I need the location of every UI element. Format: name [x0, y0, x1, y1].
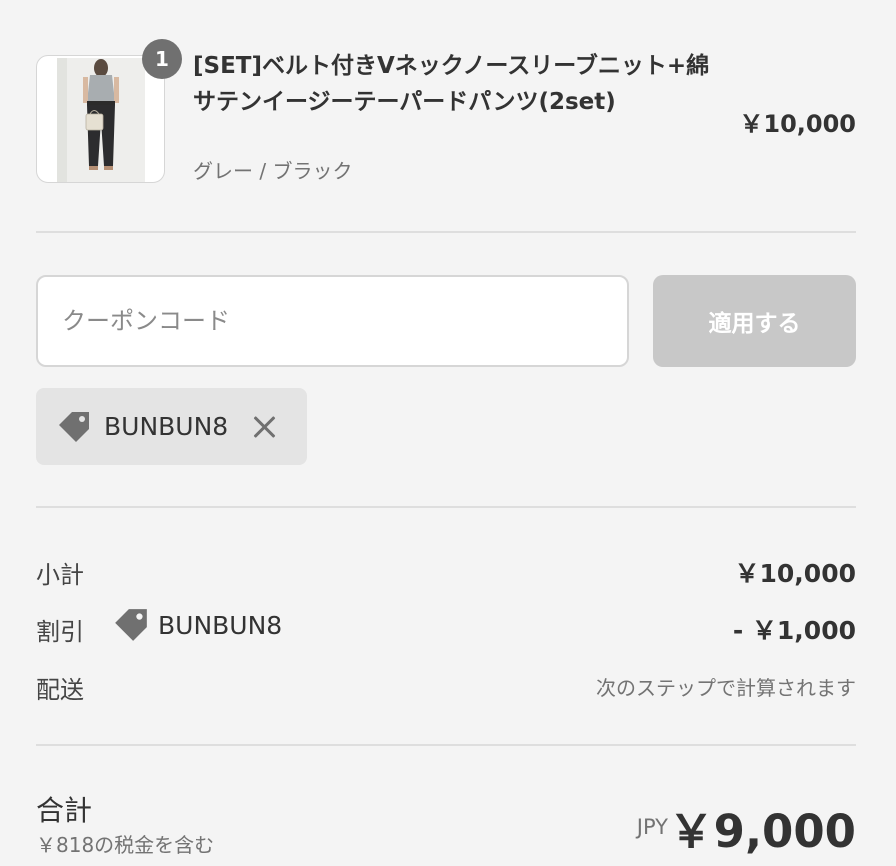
tax-note: ￥818の税金を含む	[36, 833, 215, 857]
applied-discount-code: BUNBUN8	[104, 412, 229, 441]
shipping-label: 配送	[36, 676, 84, 704]
divider	[36, 231, 856, 233]
discount-code: BUNBUN8	[158, 610, 283, 640]
close-icon[interactable]	[250, 413, 278, 441]
total-amount: ￥9,000	[668, 805, 856, 858]
discount-value: - ￥1,000	[732, 616, 856, 645]
discount-label: 割引	[36, 618, 84, 646]
line-item: 1 [SET]ベルト付きVネックノースリーブニット+綿サテンイージーテーパードパ…	[36, 36, 856, 186]
quantity-badge: 1	[142, 39, 182, 79]
discount-code-row: BUNBUN8	[112, 606, 282, 644]
subtotal-value: ￥10,000	[734, 559, 856, 588]
product-price: ￥10,000	[739, 110, 856, 138]
order-summary: 1 [SET]ベルト付きVネックノースリーブニット+綿サテンイージーテーパードパ…	[0, 0, 896, 866]
tag-icon	[59, 411, 89, 442]
tag-icon	[115, 609, 147, 641]
total-label: 合計	[36, 794, 93, 827]
apply-coupon-button[interactable]: 適用する	[653, 275, 856, 367]
divider	[36, 506, 856, 508]
product-variant: グレー / ブラック	[193, 159, 353, 183]
currency-code: JPY	[636, 815, 668, 839]
applied-discount-chip: BUNBUN8	[36, 388, 307, 465]
subtotal-label: 小計	[36, 561, 84, 589]
product-photo	[57, 58, 145, 182]
divider	[36, 744, 856, 746]
shipping-value: 次のステップで計算されます	[596, 676, 856, 700]
product-title: [SET]ベルト付きVネックノースリーブニット+綿サテンイージーテーパードパンツ…	[193, 53, 710, 115]
product-thumbnail	[36, 55, 165, 183]
coupon-code-input[interactable]	[36, 275, 629, 367]
